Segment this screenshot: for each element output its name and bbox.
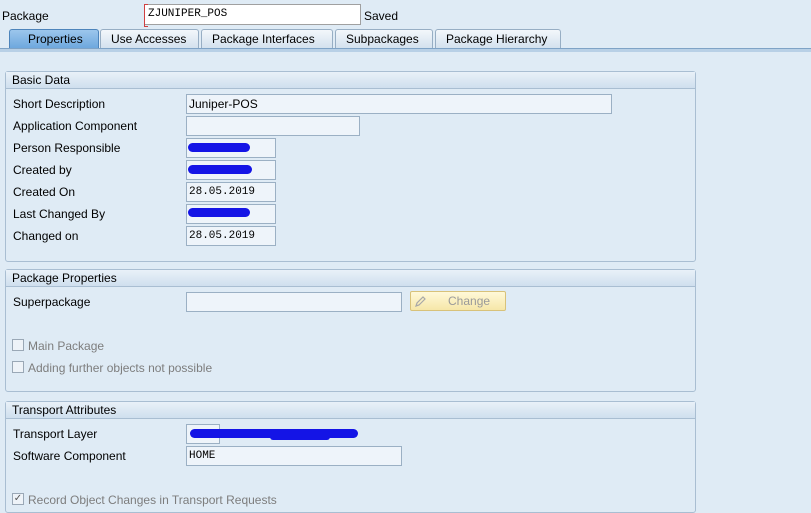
record-changes-label: Record Object Changes in Transport Reque… [28, 493, 277, 507]
short-description-label: Short Description [13, 97, 106, 111]
change-button-label: Change [448, 294, 491, 308]
person-responsible-label: Person Responsible [13, 141, 121, 155]
created-on-label: Created On [13, 185, 76, 199]
last-changed-by-label: Last Changed By [13, 207, 106, 221]
basic-data-title: Basic Data [6, 72, 695, 89]
created-on-field[interactable]: 28.05.2019 [186, 182, 276, 202]
redaction-mark [270, 434, 330, 440]
short-description-field[interactable]: Juniper-POS [186, 94, 612, 114]
transport-attributes-title: Transport Attributes [6, 402, 695, 419]
tab-use-accesses[interactable]: Use Accesses [100, 29, 199, 48]
package-label: Package [2, 9, 49, 23]
tab-strip-line [0, 48, 811, 52]
adding-objects-checkbox[interactable] [12, 361, 24, 373]
record-changes-checkbox[interactable]: ✓ [12, 493, 24, 505]
change-button[interactable]: Change [410, 291, 506, 311]
software-component-label: Software Component [13, 449, 126, 463]
status-text: Saved [364, 9, 399, 23]
package-name-field[interactable]: ZJUNIPER_POS [144, 4, 361, 27]
checkmark-icon: ✓ [13, 493, 23, 504]
pencil-icon [415, 296, 426, 307]
software-component-field[interactable]: HOME [186, 446, 402, 466]
changed-on-field[interactable]: 28.05.2019 [186, 226, 276, 246]
main-package-checkbox[interactable] [12, 339, 24, 351]
redaction-mark [188, 208, 250, 217]
redaction-mark [188, 143, 250, 152]
redaction-mark [188, 165, 252, 174]
transport-layer-label: Transport Layer [13, 427, 98, 441]
tab-package-hierarchy[interactable]: Package Hierarchy [435, 29, 561, 48]
application-component-field[interactable] [186, 116, 360, 136]
application-component-label: Application Component [13, 119, 138, 133]
created-by-label: Created by [13, 163, 72, 177]
main-package-label: Main Package [28, 339, 105, 353]
tab-properties[interactable]: Properties [9, 29, 99, 48]
changed-on-label: Changed on [13, 229, 79, 243]
tab-package-interfaces[interactable]: Package Interfaces [201, 29, 333, 48]
adding-objects-label: Adding further objects not possible [28, 361, 213, 375]
superpackage-label: Superpackage [13, 295, 91, 309]
package-properties-title: Package Properties [6, 270, 695, 287]
superpackage-field[interactable] [186, 292, 402, 312]
tab-subpackages[interactable]: Subpackages [335, 29, 433, 48]
